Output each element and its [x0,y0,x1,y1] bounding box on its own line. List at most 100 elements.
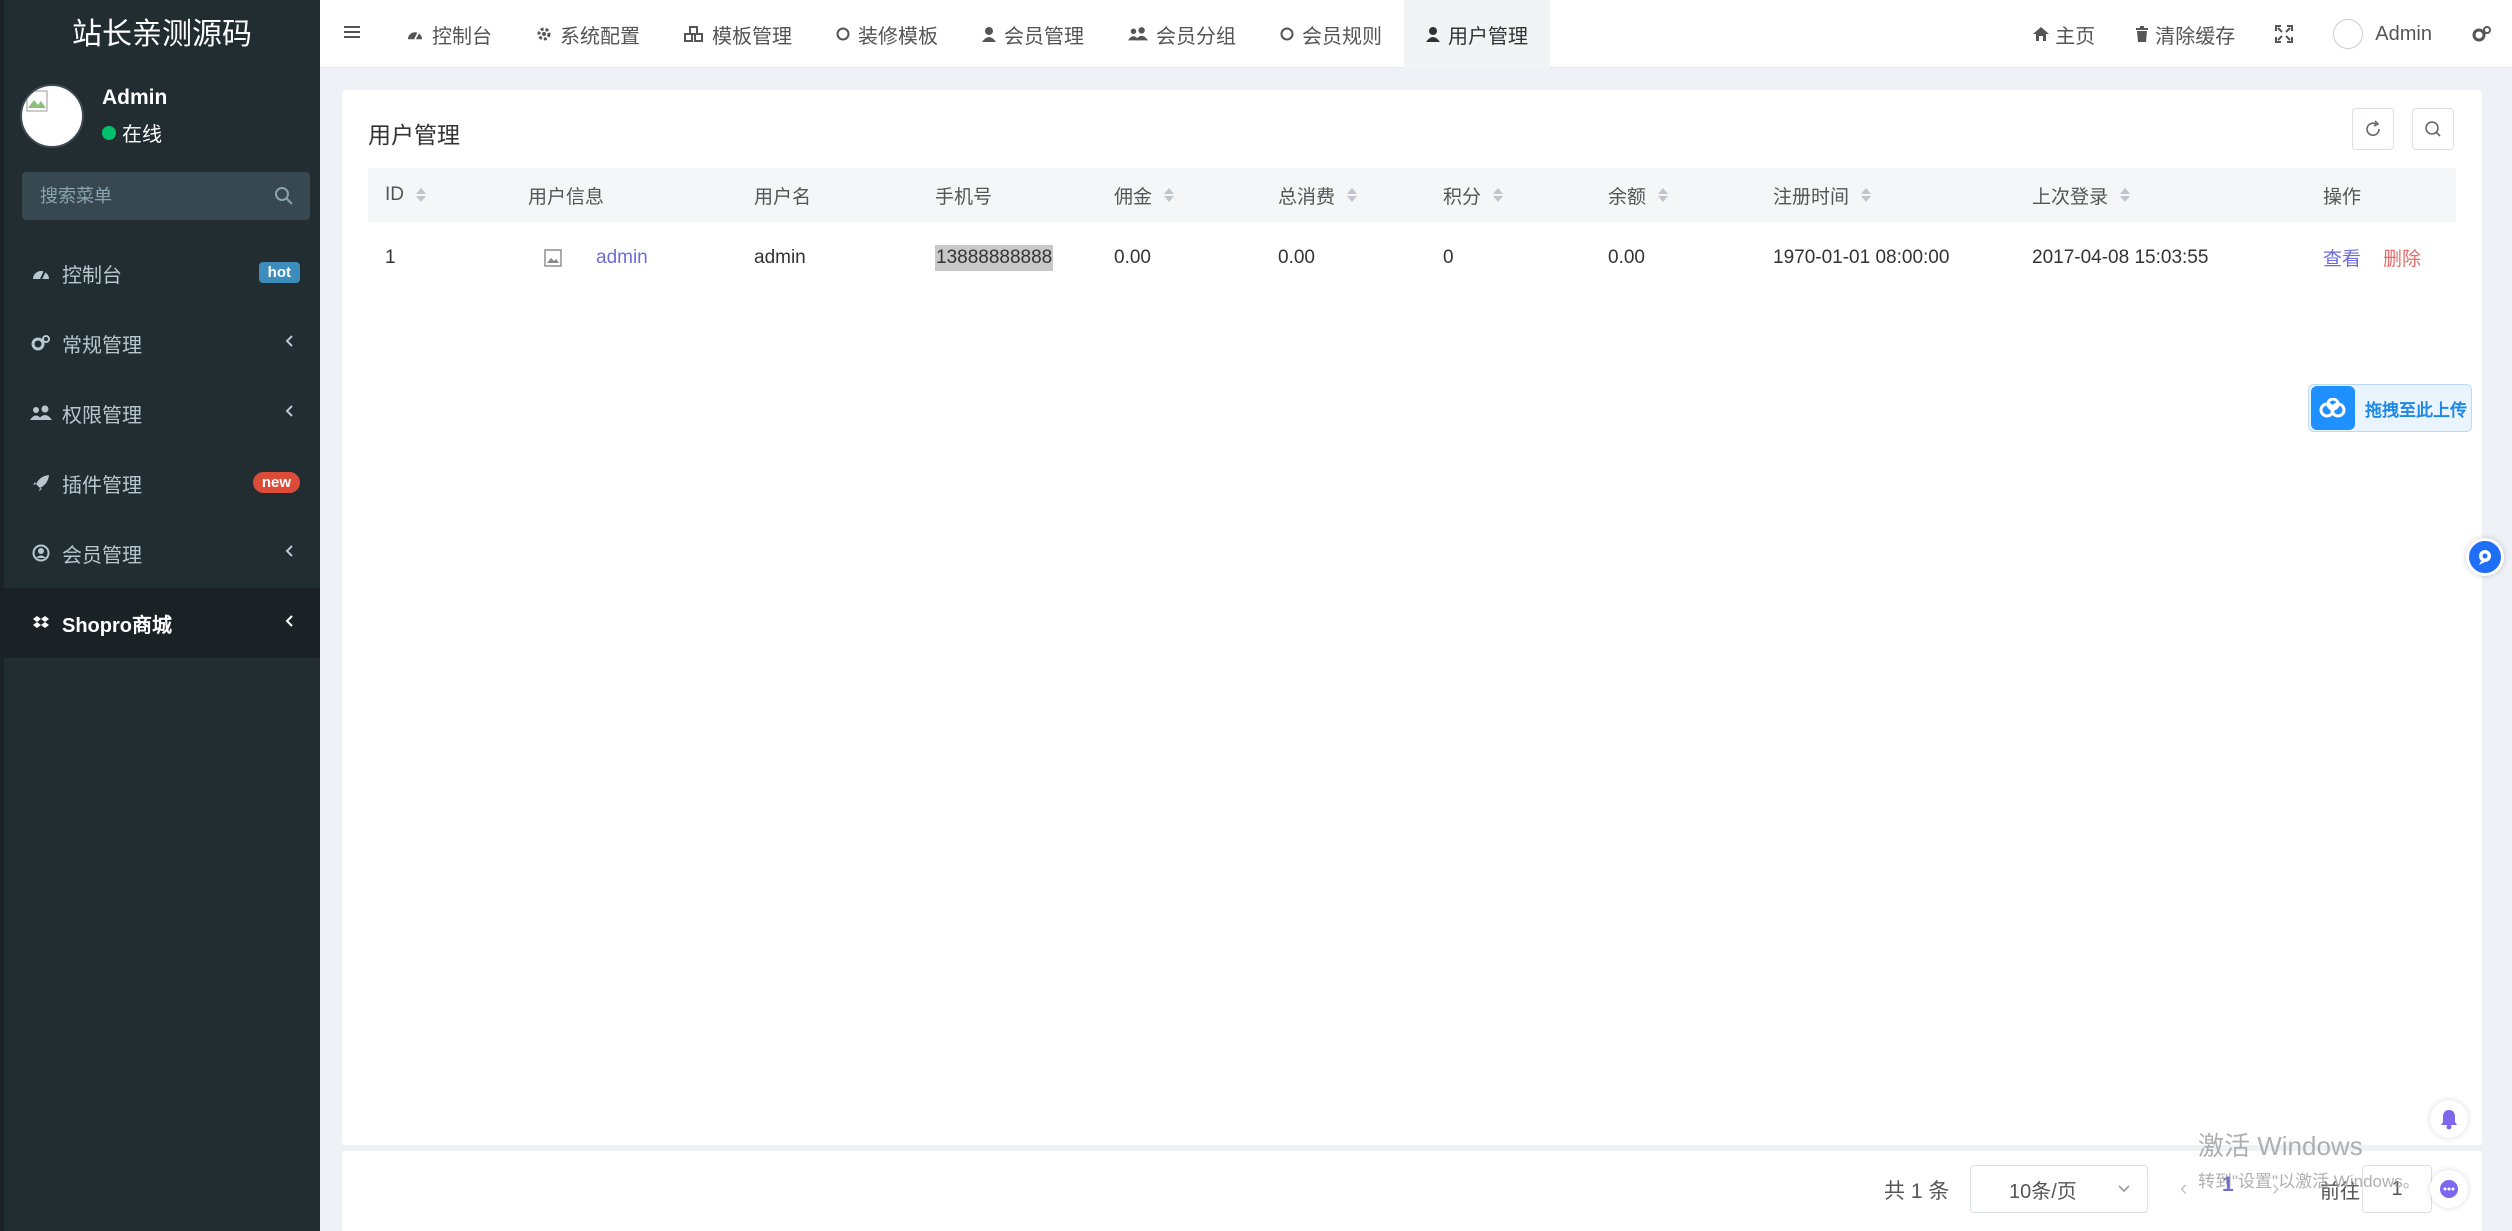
tab-dashboard[interactable]: 控制台 [384,0,514,68]
tab-member-group[interactable]: 会员分组 [1106,0,1258,68]
tab-label: 会员管理 [1004,25,1084,48]
chat-bubble-icon [2479,550,2491,565]
circle-icon [1280,27,1294,41]
sidebar-item-general[interactable]: 常规管理 [4,308,320,378]
chevron-left-icon [285,545,293,557]
col-score[interactable]: 积分 [1443,182,1504,209]
prev-page-button[interactable]: ‹ [2180,1175,2187,1201]
cell-commission: 0.00 [1114,246,1151,268]
tab-decorate-template[interactable]: 装修模板 [814,0,960,68]
tab-label: 会员规则 [1302,25,1382,48]
sort-icon[interactable] [416,188,426,202]
menu-search-input[interactable] [22,172,310,220]
search-icon[interactable] [274,186,294,206]
page-size-value: 10条/页 [2009,1180,2077,1203]
sort-icon[interactable] [1861,188,1872,202]
clear-cache-button[interactable]: 清除缓存 [2115,20,2255,49]
watermark-subtitle: 转到"设置"以激活 Windows。 [2198,1172,2420,1191]
tab-member-rule[interactable]: 会员规则 [1258,0,1404,68]
site-logo[interactable]: 站长亲测源码 [4,0,320,70]
new-badge: new [252,472,300,493]
gear-icon [537,27,551,41]
delete-button[interactable]: 删除 [2383,244,2421,271]
sidebar: 站长亲测源码 Admin 在线 控制台 hot 常规管理 权限管理 [0,0,320,1231]
top-navbar: 控制台 系统配置 模板管理 装修模板 会员管理 会员分组 会员规则 用户管理 主… [320,0,2512,68]
user-menu[interactable]: Admin [2313,19,2452,49]
expand-icon [2275,25,2294,43]
chat-button[interactable] [2430,1170,2468,1208]
avatar [2333,19,2364,49]
tab-system-config[interactable]: 系统配置 [514,0,662,68]
sort-icon[interactable] [1164,188,1175,202]
chevron-left-icon [285,405,293,417]
user-nickname-link[interactable]: admin [596,247,648,269]
col-id[interactable]: ID [385,184,426,206]
nav-tabs: 控制台 系统配置 模板管理 装修模板 会员管理 会员分组 会员规则 用户管理 [384,0,1550,68]
assistant-float-button[interactable] [2466,538,2504,576]
pagination-bar: 共 1 条 10条/页 ‹ 1 › 前往 [342,1150,2482,1231]
drag-upload-widget[interactable]: 拖拽至此上传 [2308,384,2472,432]
tab-user-manage[interactable]: 用户管理 [1404,0,1550,68]
search-toggle-button[interactable] [2412,108,2454,150]
col-label: ID [385,184,404,205]
tab-label: 会员分组 [1156,25,1236,48]
bell-icon [2441,1110,2457,1130]
notification-button[interactable] [2430,1100,2468,1138]
settings-button[interactable] [2452,25,2512,43]
sidebar-item-label: 常规管理 [62,334,142,357]
refresh-icon [2366,120,2380,136]
sidebar-item-label: Shopro商城 [62,614,172,637]
sidebar-item-label: 权限管理 [62,404,142,427]
user-status: 在线 [102,118,162,147]
sidebar-item-label: 插件管理 [62,474,142,497]
user-menu-label: Admin [2375,22,2432,45]
refresh-button[interactable] [2352,108,2394,150]
col-label: 总消费 [1278,186,1336,208]
col-label: 手机号 [935,186,993,208]
cell-score: 0 [1443,246,1454,268]
dashboard-icon [408,31,422,40]
cell-actions: 查看 删除 [2323,244,2421,271]
table-header: ID 用户信息 用户名 手机号 佣金 总消费 积分 余额 注册时间 上次登录 操… [368,168,2456,222]
hot-badge: hot [258,262,300,283]
tab-member-manage[interactable]: 会员管理 [960,0,1106,68]
cogs-icon [30,332,52,354]
sort-icon[interactable] [2120,188,2131,202]
tab-label: 控制台 [432,25,492,48]
user-icon [1426,27,1440,42]
tab-template-manage[interactable]: 模板管理 [662,0,814,68]
home-link[interactable]: 主页 [2013,20,2115,49]
fullscreen-button[interactable] [2255,25,2313,43]
sort-icon[interactable] [1347,188,1358,202]
sidebar-item-dashboard[interactable]: 控制台 hot [4,238,320,308]
sidebar-item-plugins[interactable]: 插件管理 new [4,448,320,518]
cell-last-login: 2017-04-08 15:03:55 [2032,246,2209,268]
col-total-consume[interactable]: 总消费 [1278,182,1358,209]
col-username: 用户名 [754,182,811,209]
col-register-time[interactable]: 注册时间 [1773,182,1872,209]
col-label: 余额 [1608,186,1647,208]
main-panel: 用户管理 ID 用户信息 用户名 手机号 佣金 总消费 积分 余额 注册时间 上… [342,90,2482,1145]
user-panel: Admin 在线 [4,70,320,170]
cell-id: 1 [385,246,396,268]
avatar [20,84,84,148]
sidebar-item-auth[interactable]: 权限管理 [4,378,320,448]
user-circle-icon [30,542,52,564]
trash-icon [2136,26,2149,42]
col-last-login[interactable]: 上次登录 [2032,182,2131,209]
col-label: 积分 [1443,186,1482,208]
hamburger-menu-icon[interactable] [342,22,362,42]
cell-money: 0.00 [1608,246,1645,268]
sidebar-item-shopro[interactable]: Shopro商城 [4,588,320,658]
user-table: ID 用户信息 用户名 手机号 佣金 总消费 积分 余额 注册时间 上次登录 操… [368,168,2456,294]
sort-icon[interactable] [1658,188,1669,202]
sidebar-item-members[interactable]: 会员管理 [4,518,320,588]
view-button[interactable]: 查看 [2323,244,2361,271]
image-placeholder-icon [544,248,562,267]
col-user-info: 用户信息 [528,182,604,209]
col-money[interactable]: 余额 [1608,182,1669,209]
cell-total-consume: 0.00 [1278,246,1315,268]
sort-icon[interactable] [1493,188,1504,202]
page-size-select[interactable]: 10条/页 [1970,1165,2148,1213]
col-commission[interactable]: 佣金 [1114,182,1175,209]
